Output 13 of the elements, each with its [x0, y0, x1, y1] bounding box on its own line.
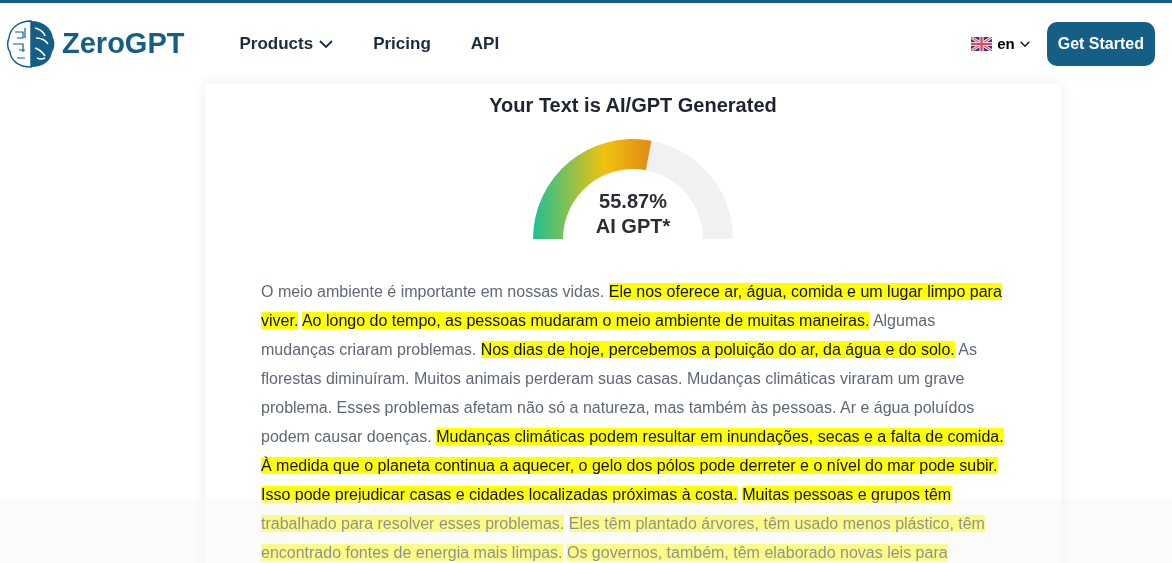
uk-flag-icon — [971, 36, 993, 51]
nav-link[interactable]: Pricing — [373, 33, 431, 54]
language-selector[interactable]: en — [971, 35, 1030, 52]
nav-link[interactable]: API — [470, 33, 500, 54]
brain-logo-icon — [5, 17, 57, 70]
get-started-button[interactable]: Get Started — [1046, 21, 1155, 66]
brand-name[interactable]: ZeroGPT — [62, 27, 185, 60]
ai-label: AI GPT* — [595, 214, 671, 239]
analyzed-text: O meio ambiente é importante em nossas vidas. Ele nos oferece ar, água, comida e um lugar limpo para viver. Ao longo do tempo, as pessoas mudaram o meio ambiente de muitas maneiras. Algumas mudanças criaram problemas. Nos dias de hoje, percebemos a poluição do ar, da água e do solo. As florestas diminuíram. Muitos animais perderam suas casas. Mudanças climáticas viraram um grave problema. Esses problemas afetam não só a natureza, mas também às pessoas. Ar e água poluídos podem causar doenças. Mudanças climáticas podem resultar em inundações, secas e a falta de comida. À medida que o planeta continua a aquecer, o gelo dos pólos pode derreter e o nível do mar pode subir. Isso pode prejudicar casas e cidades localizadas próximas à costa. Muitas pessoas e grupos têm trabalhado para resolver esses problemas. Eles têm plantado árvores, têm usado menos plástico, têm encontrado fontes de energia mais limpas. Os governos, também, têm elaborado novas leis para — [261, 282, 1005, 563]
result-title: Your Text is AI/GPT Generated — [488, 94, 778, 117]
chevron-down-icon — [1019, 40, 1030, 47]
ai-percentage: 55.87% — [599, 189, 667, 214]
nav-link[interactable]: Products — [239, 33, 334, 54]
